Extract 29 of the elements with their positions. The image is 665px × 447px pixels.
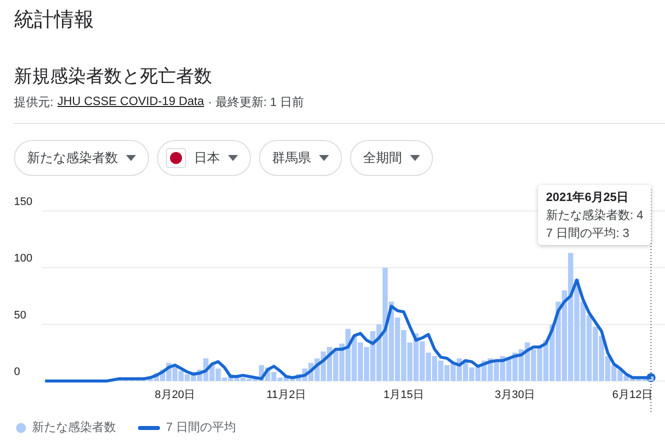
caret-icon bbox=[228, 155, 238, 161]
filter-dropdown[interactable]: 日本 bbox=[157, 140, 251, 176]
axis-label: 0 bbox=[14, 366, 20, 378]
axis-label: 11月2日 bbox=[266, 389, 306, 401]
filter-dropdown[interactable]: 全期間 bbox=[350, 140, 433, 176]
axis-label: 8月20日 bbox=[154, 389, 196, 401]
axis-label: 100 bbox=[14, 252, 32, 265]
page-title: 統計情報 bbox=[13, 8, 95, 33]
axis-label: 1月15日 bbox=[384, 389, 424, 401]
source-label: 提供元: bbox=[14, 94, 54, 111]
filter-dropdown[interactable]: 群馬県 bbox=[259, 140, 342, 176]
caret-icon bbox=[319, 155, 329, 161]
tooltip-date: 2021年6月25日 bbox=[546, 189, 630, 206]
axis-label: 3月30日 bbox=[494, 389, 536, 401]
axis-label: 6月12日 bbox=[612, 389, 653, 401]
legend-label: 新たな感染者数 bbox=[32, 419, 116, 436]
filter-dropdown[interactable]: 新たな感染者数 bbox=[14, 140, 149, 176]
tooltip-line: 7 日間の平均: 3 bbox=[546, 225, 630, 242]
flag-icon bbox=[166, 148, 186, 168]
axis-label: 150 bbox=[14, 196, 32, 208]
legend-dot-icon bbox=[16, 422, 26, 432]
tooltip-line: 新たな感染者数: 4 bbox=[546, 207, 644, 224]
caret-icon bbox=[410, 155, 420, 161]
axis-label: 50 bbox=[14, 309, 26, 322]
legend-label: 7 日間の平均 bbox=[166, 419, 236, 436]
source-link[interactable]: JHU CSSE COVID-19 Data bbox=[57, 94, 204, 111]
section-title: 新規感染者数と死亡者数 bbox=[14, 65, 212, 88]
update-info: · 最終更新: 1 日前 bbox=[208, 94, 304, 111]
caret-icon bbox=[126, 155, 136, 161]
